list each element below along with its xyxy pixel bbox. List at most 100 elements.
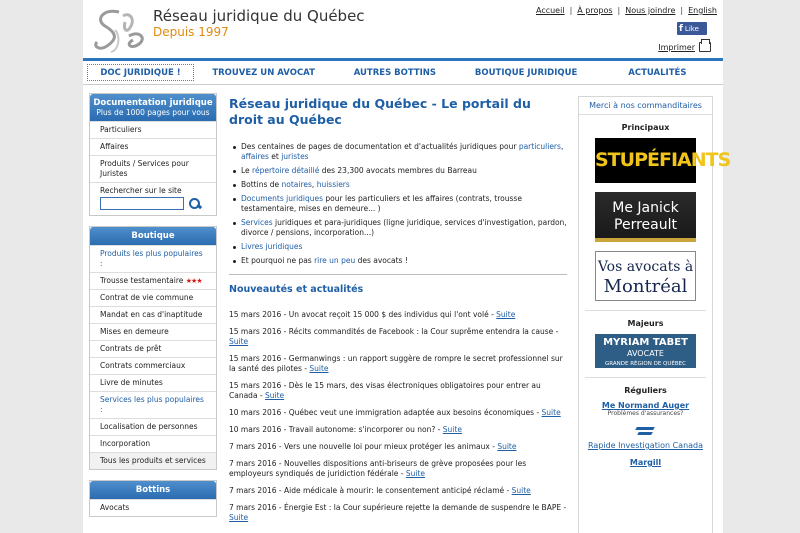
ad-line: MYRIAM TABET (603, 337, 688, 348)
news-suite-link[interactable]: Suite (406, 469, 425, 478)
feature-item: Des centaines de pages de documentation … (233, 142, 567, 162)
news-item: 15 mars 2016 - Germanwings : un rapport … (229, 354, 567, 374)
news-suite-link[interactable]: Suite (229, 513, 248, 522)
sponsor-margill[interactable]: Margill (579, 458, 712, 467)
feature-link[interactable]: répertoire détaillé (252, 166, 319, 175)
search-row (90, 197, 216, 215)
feature-link[interactable]: notaires (282, 180, 312, 189)
bottins-item-avocats[interactable]: Avocats (90, 499, 216, 516)
rapide-logo-icon (634, 425, 658, 439)
boutique-item-pret[interactable]: Contrats de prêt (90, 340, 216, 357)
news-suite-link[interactable]: Suite (229, 337, 248, 346)
boutique-item-mises-demeure[interactable]: Mises en demeure (90, 323, 216, 340)
bottins-title[interactable]: Bottins (90, 481, 216, 499)
main-content: Réseau juridique du Québec - Le portail … (229, 96, 567, 530)
logo-icon[interactable] (89, 6, 151, 54)
site-subtitle: Depuis 1997 (153, 25, 229, 39)
feature-link[interactable]: affaires (241, 152, 269, 161)
separator: | (680, 6, 684, 15)
boutique-item-minutes[interactable]: Livre de minutes (90, 374, 216, 391)
feature-list: Des centaines de pages de documentation … (229, 142, 567, 266)
facebook-like-button[interactable]: f Like (677, 22, 707, 35)
news-item: 7 mars 2016 - Aide médicale à mourir: le… (229, 486, 567, 496)
link-accueil[interactable]: Accueil (536, 6, 565, 15)
doc-title: Documentation juridique (93, 98, 213, 108)
top-links: Accueil | À propos | Nous joindre | Engl… (536, 6, 717, 15)
feature-link[interactable]: particuliers (519, 142, 561, 151)
boutique-item-trousse[interactable]: Trousse testamentaire ★★★ (90, 272, 216, 289)
feature-link[interactable]: juristes (281, 152, 308, 161)
doc-item-juristes[interactable]: Produits / Services pour Juristes (90, 155, 216, 182)
principaux-title: Principaux (621, 123, 670, 132)
ad-line: Perreault (614, 217, 677, 233)
boutique-item-vie-commune[interactable]: Contrat de vie commune (90, 289, 216, 306)
boutique-item-mandat[interactable]: Mandat en cas d'inaptitude (90, 306, 216, 323)
news-title: Nouveautés et actualités (229, 284, 364, 295)
boutique-title[interactable]: Boutique (90, 227, 216, 245)
ad-janick-perreault[interactable]: Me Janick Perreault (595, 192, 696, 242)
nav-trouvez-avocat[interactable]: TROUVEZ UN AVOCAT (198, 61, 329, 84)
feature-item: Et pourquoi ne pas rire un peu des avoca… (233, 256, 567, 266)
ad-line: Montréal (603, 276, 688, 297)
service-item-incorporation[interactable]: Incorporation (90, 435, 216, 452)
popular-services-heading: Services les plus populaires : (90, 391, 216, 418)
news-text: 7 mars 2016 - Aide médicale à mourir: le… (229, 486, 512, 495)
feature-text: Des centaines de pages de documentation … (241, 142, 519, 151)
news-text: 15 mars 2016 - Germanwings : un rapport … (229, 354, 563, 373)
link-a-propos[interactable]: À propos (577, 6, 612, 15)
doc-subtitle: Plus de 1000 pages pour vous (96, 108, 210, 117)
boutique-item-commerciaux[interactable]: Contrats commerciaux (90, 357, 216, 374)
ad-vos-avocats-montreal[interactable]: Vos avocats à Montréal (595, 251, 696, 301)
news-suite-link[interactable]: Suite (265, 391, 284, 400)
nav-doc-juridique[interactable]: DOC JURIDIQUE ! (87, 64, 194, 81)
ad-stupefiants[interactable]: STUPÉFIANTS (595, 138, 731, 183)
news-item: 7 mars 2016 - Vers une nouvelle loi pour… (229, 442, 567, 452)
doc-item-particuliers[interactable]: Particuliers (90, 121, 216, 138)
feature-link[interactable]: Documents juridiques (241, 194, 323, 203)
feature-text: Le (241, 166, 253, 175)
ad-myriam-tabet[interactable]: MYRIAM TABET AVOCATE GRANDE RÉGION DE QU… (595, 334, 696, 368)
news-suite-link[interactable]: Suite (309, 364, 328, 373)
feature-link[interactable]: Services (241, 218, 273, 227)
sponsors-heading[interactable]: Merci à nos commanditaires (579, 97, 712, 115)
search-icon[interactable] (188, 197, 201, 210)
feature-link[interactable]: rire un peu (314, 256, 355, 265)
sponsor-name: Me Normand Auger (601, 401, 690, 410)
news-suite-link[interactable]: Suite (497, 442, 516, 451)
news-suite-link[interactable]: Suite (542, 408, 561, 417)
feature-text: juridiques et para-juridiques (ligne jur… (241, 218, 567, 237)
print-label: Imprimer (658, 42, 695, 52)
service-item-localisation[interactable]: Localisation de personnes (90, 418, 216, 435)
feature-text: , (560, 142, 564, 151)
news-text: 10 mars 2016 - Québec veut une immigrati… (229, 408, 542, 417)
nav-autres-bottins[interactable]: AUTRES BOTTINS (329, 61, 460, 84)
search-input[interactable] (100, 197, 184, 210)
feature-text: Et pourquoi ne pas (241, 256, 315, 265)
feature-text: et (268, 152, 282, 161)
sponsor-desc: Problèmes d'assurances? (607, 410, 684, 417)
all-products-link[interactable]: Tous les produits et services (90, 452, 216, 469)
link-english[interactable]: English (688, 6, 717, 15)
print-link[interactable]: Imprimer (658, 39, 711, 52)
news-item: 15 mars 2016 - Un avocat reçoit 15 000 $… (229, 310, 567, 320)
news-text: 15 mars 2016 - Un avocat reçoit 15 000 $… (229, 310, 497, 319)
news-suite-link[interactable]: Suite (512, 486, 531, 495)
star-icons: ★★★ (185, 277, 203, 285)
link-nous-joindre[interactable]: Nous joindre (625, 6, 675, 15)
ad-line: Me Janick (612, 200, 679, 216)
sponsor-rapide-investigation[interactable]: Rapide Investigation Canada (579, 425, 712, 450)
doc-item-affaires[interactable]: Affaires (90, 138, 216, 155)
news-item: 15 mars 2016 - Dès le 15 mars, des visas… (229, 381, 567, 401)
nav-boutique-juridique[interactable]: BOUTIQUE JURIDIQUE (461, 61, 592, 84)
sponsor-normand-auger[interactable]: Me Normand Auger Problèmes d'assurances? (579, 401, 712, 417)
news-item: 10 mars 2016 - Québec veut une immigrati… (229, 408, 567, 418)
news-suite-link[interactable]: Suite (496, 310, 515, 319)
feature-link[interactable]: Livres juridiques (241, 242, 302, 251)
feature-link[interactable]: huissiers (317, 180, 350, 189)
feature-item: Le répertoire détaillé des 23,300 avocat… (233, 166, 567, 176)
separator: | (617, 6, 621, 15)
news-suite-link[interactable]: Suite (443, 425, 462, 434)
nav-actualites[interactable]: ACTUALITÉS (592, 61, 723, 84)
doc-box-title[interactable]: Documentation juridique Plus de 1000 pag… (90, 94, 216, 121)
feature-text: des 23,300 avocats membres du Barreau (319, 166, 477, 175)
